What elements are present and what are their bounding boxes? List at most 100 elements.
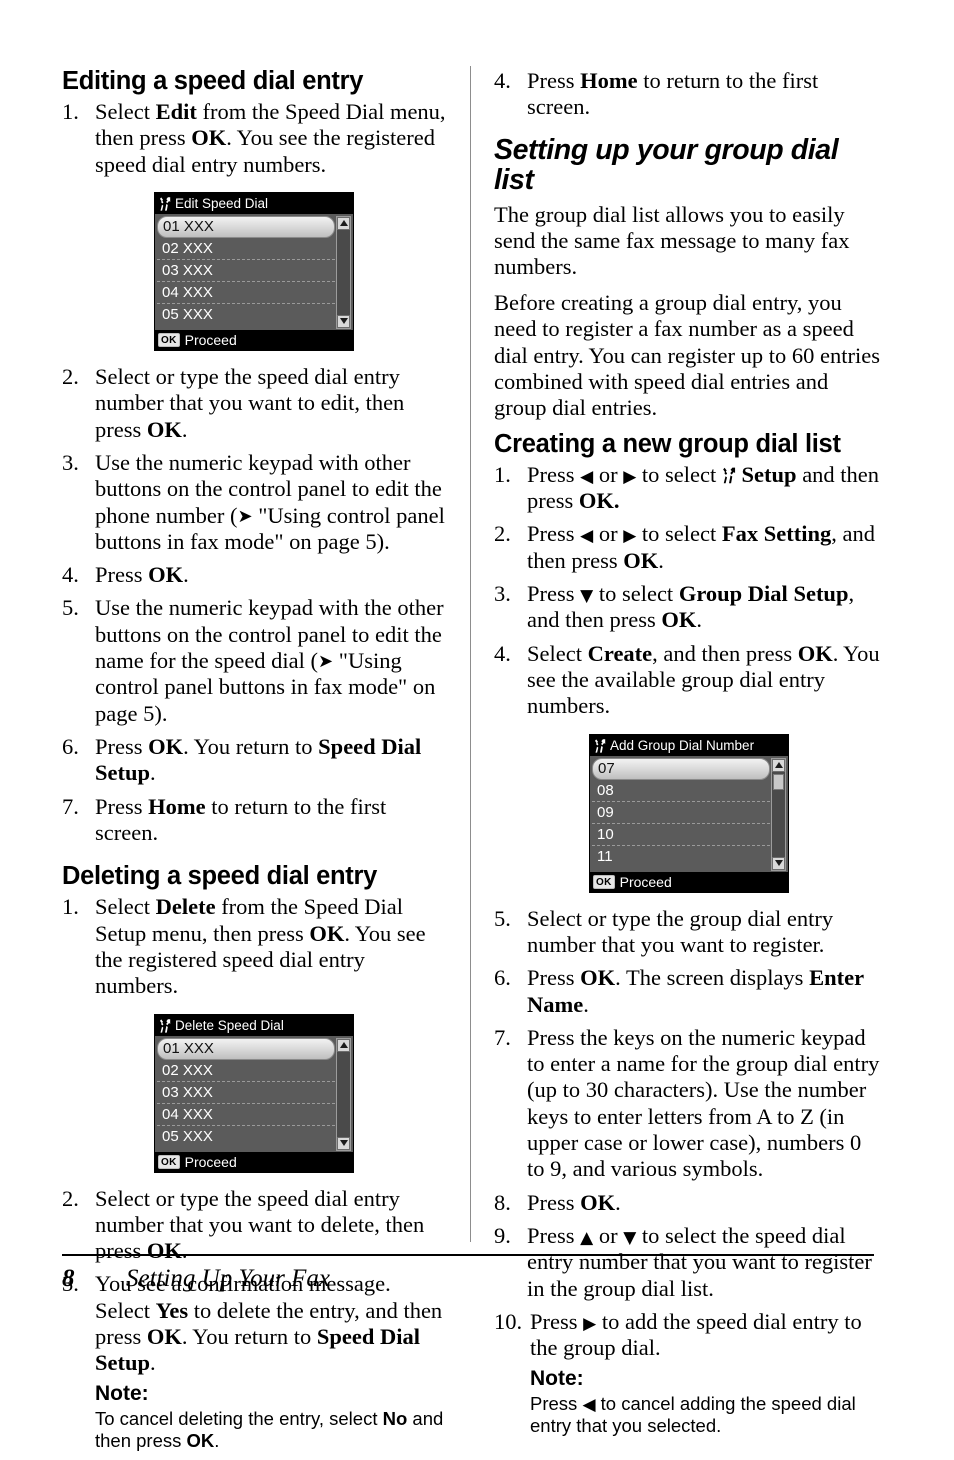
list-item[interactable]: 11	[592, 846, 770, 868]
step-number: 8.	[494, 1189, 511, 1215]
lcd-title-bar: Edit Speed Dial	[155, 192, 353, 214]
list-item[interactable]: 01 XXX	[157, 215, 335, 238]
list-item[interactable]: 02 XXX	[157, 238, 335, 260]
step-number: 2.	[62, 1185, 79, 1211]
step-text: Press Home to return to the first screen…	[95, 793, 387, 845]
list-item: 3. Press ▼ to select Group Dial Setup, a…	[494, 581, 884, 634]
step-text: Press ▶ to add the speed dial entry to t…	[530, 1308, 862, 1361]
step-text: Press OK. You return to Speed Dial Setup…	[95, 734, 422, 786]
scroll-down-arrow-icon[interactable]	[337, 1136, 350, 1150]
step-number: 7.	[62, 793, 79, 819]
lcd-screen-edit-speed-dial: Edit Speed Dial 01 XXX 02 XXX 03 XXX 04 …	[154, 191, 354, 351]
ok-key-badge: OK	[158, 1154, 180, 1169]
scroll-down-arrow-icon[interactable]	[772, 856, 785, 870]
step-text: Use the numeric keypad with the other bu…	[95, 595, 444, 726]
step-number: 2.	[62, 363, 79, 389]
step-text: Select Delete from the Speed Dial Setup …	[95, 894, 426, 999]
step-text: Select Create, and then press OK. You se…	[527, 640, 880, 719]
create-group-dial-steps: 1. Press ◀ or ▶ to select Setup and then…	[494, 462, 884, 720]
list-item: 2. Select or type the speed dial entry n…	[62, 364, 446, 443]
list-item: 4. Press Home to return to the first scr…	[494, 68, 884, 121]
heading-setting-up-group-dial-list: Setting up your group dial list	[494, 133, 839, 196]
list-item[interactable]: 05 XXX	[157, 304, 335, 326]
list-item: 3. Use the numeric keypad with other but…	[62, 450, 446, 555]
setup-tools-icon	[722, 464, 736, 483]
heading-creating-new-group-dial-list: Creating a new group dial list	[494, 429, 841, 458]
scrollbar-thumb[interactable]	[773, 773, 784, 790]
scroll-down-arrow-icon[interactable]	[337, 314, 350, 328]
ok-key-badge: OK	[158, 332, 180, 347]
step-text: Press ▼ to select Group Dial Setup, and …	[527, 581, 855, 633]
footer-rule	[62, 1254, 874, 1256]
scrollbar[interactable]	[771, 757, 786, 871]
scroll-up-arrow-icon[interactable]	[337, 1038, 350, 1052]
list-item[interactable]: 03 XXX	[157, 260, 335, 282]
list-item[interactable]: 08	[592, 780, 770, 802]
edit-speed-dial-steps-continued: 2. Select or type the speed dial entry n…	[62, 364, 446, 846]
step-number: 9.	[494, 1223, 511, 1249]
list-item[interactable]: 10	[592, 824, 770, 846]
lcd-list-body: 01 XXX 02 XXX 03 XXX 04 XXX 05 XXX	[155, 213, 353, 330]
step-number: 2.	[494, 521, 511, 547]
note-title: Note:	[95, 1381, 149, 1405]
step-number: 1.	[494, 461, 511, 487]
step-text: Press Home to return to the first screen…	[527, 68, 819, 120]
lcd-title-text: Edit Speed Dial	[175, 195, 269, 211]
list-item[interactable]: 04 XXX	[157, 1104, 335, 1126]
step-text: Press ◀ or ▶ to select Setup and then pr…	[527, 461, 880, 514]
scrollbar[interactable]	[336, 215, 351, 329]
lcd-title-bar: Delete Speed Dial	[155, 1014, 353, 1036]
document-page: Editing a speed dial entry 1. Select Edi…	[0, 0, 954, 1451]
lcd-list-body: 07 08 09 10 11	[590, 755, 788, 872]
setup-tools-icon	[594, 738, 606, 753]
list-item: 6. Press OK. The screen displays Enter N…	[494, 965, 884, 1018]
step-number: 5.	[62, 595, 79, 621]
step-text: Press the keys on the numeric keypad to …	[527, 1024, 880, 1182]
lcd-row-list: 01 XXX 02 XXX 03 XXX 04 XXX 05 XXX	[157, 215, 335, 330]
step-text: Use the numeric keypad with other button…	[95, 449, 445, 554]
setup-tools-icon	[159, 196, 171, 212]
heading-editing-speed-dial: Editing a speed dial entry	[62, 67, 364, 95]
lcd-footer-label: Proceed	[184, 1153, 237, 1170]
lcd-row-list: 01 XXX 02 XXX 03 XXX 04 XXX 05 XXX	[157, 1037, 335, 1152]
list-item: 4. Select Create, and then press OK. You…	[494, 641, 884, 720]
scrollbar[interactable]	[336, 1037, 351, 1151]
list-item: 2. Select or type the speed dial entry n…	[62, 1186, 446, 1265]
list-item: 1. Select Edit from the Speed Dial menu,…	[62, 99, 446, 178]
list-item: 5. Use the numeric keypad with the other…	[62, 595, 446, 727]
column-divider	[470, 66, 471, 1242]
delete-speed-dial-steps: 1. Select Delete from the Speed Dial Set…	[62, 894, 446, 999]
footer-title: Setting Up Your Fax	[126, 1265, 330, 1292]
step-text: Press ◀ or ▶ to select Fax Setting, and …	[527, 521, 876, 573]
list-item: 7. Press the keys on the numeric keypad …	[494, 1025, 884, 1183]
step-number: 7.	[494, 1024, 511, 1050]
step-text: Select or type the group dial entry numb…	[527, 905, 834, 957]
list-item: 2. Press ◀ or ▶ to select Fax Setting, a…	[494, 521, 884, 574]
delete-speed-dial-steps-continued: 2. Select or type the speed dial entry n…	[62, 1186, 446, 1454]
step-number: 4.	[494, 68, 511, 93]
list-item[interactable]: 09	[592, 802, 770, 824]
list-item[interactable]: 07	[592, 757, 770, 780]
scroll-up-arrow-icon[interactable]	[772, 758, 785, 772]
step-text: Select or type the speed dial entry numb…	[95, 363, 405, 442]
step-text: Press OK.	[527, 1189, 621, 1215]
lcd-list-body: 01 XXX 02 XXX 03 XXX 04 XXX 05 XXX	[155, 1035, 353, 1152]
lcd-title-bar: Add Group Dial Number	[590, 734, 788, 756]
list-item[interactable]: 03 XXX	[157, 1082, 335, 1104]
page-number: 8	[62, 1265, 75, 1292]
heading-deleting-speed-dial: Deleting a speed dial entry	[62, 862, 377, 891]
list-item[interactable]: 01 XXX	[157, 1037, 335, 1060]
step-text: Select or type the speed dial entry numb…	[95, 1185, 425, 1264]
note-title: Note:	[530, 1366, 584, 1390]
lcd-footer-label: Proceed	[619, 873, 672, 890]
lcd-footer-bar: OK Proceed	[590, 871, 788, 892]
page-footer: 8 Setting Up Your Fax	[62, 1262, 874, 1296]
list-item[interactable]: 05 XXX	[157, 1126, 335, 1148]
scroll-up-arrow-icon[interactable]	[337, 216, 350, 230]
lcd-screen-delete-speed-dial: Delete Speed Dial 01 XXX 02 XXX 03 XXX 0…	[154, 1013, 354, 1173]
lcd-add-group-dial-number-wrapper: Add Group Dial Number 07 08 09 10 11 OK …	[494, 733, 884, 893]
lcd-footer-bar: OK Proceed	[155, 329, 353, 350]
step-number: 4.	[494, 640, 511, 666]
list-item[interactable]: 02 XXX	[157, 1060, 335, 1082]
list-item[interactable]: 04 XXX	[157, 282, 335, 304]
